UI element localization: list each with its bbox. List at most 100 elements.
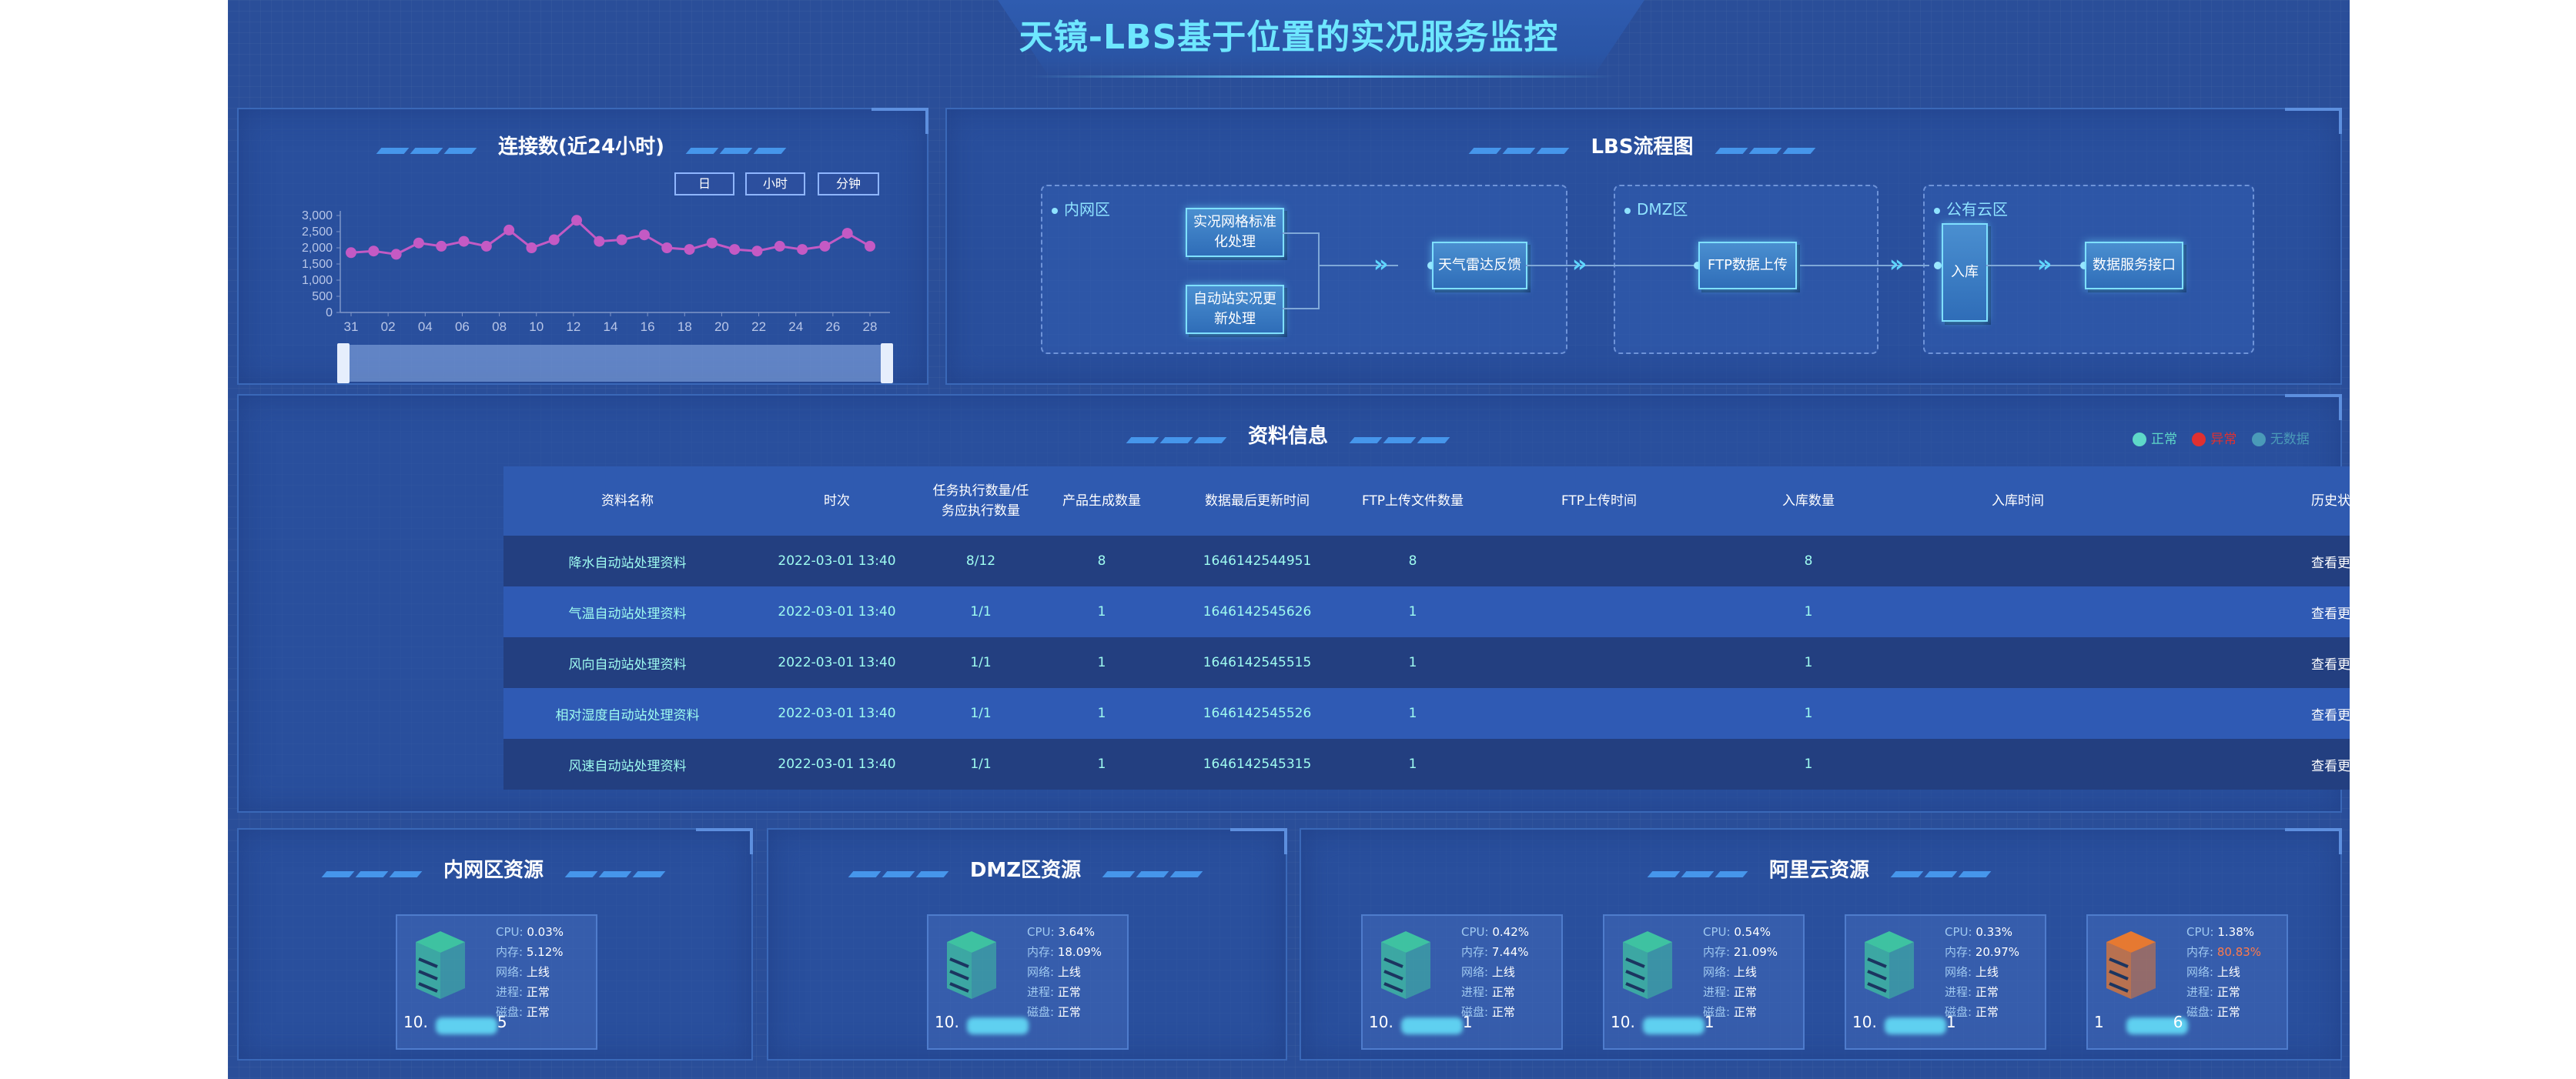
stat-cpu-label: CPU: [2186,925,2214,939]
cell-ftp-time [1475,586,1723,637]
col-product-count[interactable]: 产品生成数量 [1039,466,1164,536]
server-card[interactable]: 1 6 CPU: 1.38% 内存: 80.83% 网络: 上线 进程: 正常 磁盘: 正常 [2086,914,2288,1050]
view-more-link[interactable]: 查看更多 [2142,688,2350,739]
aliyun-title-row: 阿里云资源 [1300,854,2339,883]
stat-proc: 进程: 正常 [2186,982,2261,1002]
stat-net: 网络: 上线 [1945,962,2019,982]
page-title: 天镜-LBS基于位置的实况服务监控 [1019,18,1559,57]
cell-storage-count: 1 [1723,637,1894,688]
data-point [503,224,515,236]
col-ftp-count[interactable]: FTP上传文件数量 [1350,466,1475,536]
day-button[interactable]: 日 [674,172,734,195]
connector [1318,232,1320,309]
cell-ftp-count: 1 [1350,688,1475,739]
y-tick-label: 3,000 [302,209,333,222]
col-last-update[interactable]: 数据最后更新时间 [1164,466,1350,536]
server-icon [1381,931,1430,999]
cell-storage-time [1894,688,2142,739]
stat-net: 网络: 上线 [496,962,564,982]
stat-mem-label: 内存: [1945,945,1972,959]
zone-public-cloud-label: 公有云区 [1934,197,2008,219]
stat-proc-value: 正常 [1975,985,1999,999]
col-history[interactable]: 历史状态 [2142,466,2350,536]
col-task-count[interactable]: 任务执行数量/任务应执行数量 [922,466,1039,536]
data-point [729,244,741,256]
flow-arrow-icon: » [1889,251,1905,278]
title-stripes-right [1349,426,1450,449]
stat-proc: 进程: 正常 [1945,982,2019,1002]
server-icon [1865,931,1914,999]
server-icon [416,931,465,999]
table-row: 气温自动站处理资料 2022-03-01 13:40 1/1 1 1646142… [503,586,2350,637]
x-tick-label: 06 [455,319,470,334]
cell-ftp-time [1475,536,1723,586]
flow-node-grid-standardize[interactable]: 实况网格标准化处理 [1186,208,1284,257]
stat-disk-value: 正常 [1975,1005,1999,1019]
dashboard: 天镜-LBS基于位置的实况服务监控 连接数(近24小时) 日 小时 分钟 0 50… [228,0,2350,1079]
cell-name: 气温自动站处理资料 [503,586,751,637]
data-point [865,240,875,252]
cell-product-count: 8 [1039,536,1164,586]
y-tick-label: 2,500 [302,225,333,239]
cell-name: 风速自动站处理资料 [503,739,751,790]
data-point [819,240,831,252]
flow-node-radar-feedback[interactable]: 天气雷达反馈 [1432,242,1527,289]
materials-title-row: 资料信息 [237,420,2339,449]
legend-normal-dot [2133,433,2146,446]
minute-button[interactable]: 分钟 [818,172,879,195]
stat-disk-value: 正常 [526,1005,550,1019]
view-more-link[interactable]: 查看更多 [2142,586,2350,637]
col-time[interactable]: 时次 [751,466,922,536]
zone-dmz-label: DMZ区 [1624,197,1688,219]
dmz-resource-title: DMZ区资源 [969,859,1082,882]
view-more-link[interactable]: 查看更多 [2142,536,2350,586]
data-point [841,228,853,239]
x-tick-label: 08 [492,319,507,334]
col-storage-count[interactable]: 入库数量 [1723,466,1894,536]
flow-node-ftp-upload[interactable]: FTP数据上传 [1698,242,1797,289]
col-name[interactable]: 资料名称 [503,466,751,536]
server-ip: 10. [935,1013,1029,1031]
stat-proc-value: 正常 [526,985,550,999]
connections-title: 连接数(近24小时) [498,135,664,159]
server-stats: CPU: 0.03% 内存: 5.12% 网络: 上线 进程: 正常 磁盘: 正常 [496,922,564,1022]
server-card[interactable]: 10. 1 CPU: 0.54% 内存: 21.09% 网络: 上线 进程: 正常 磁盘: … [1603,914,1805,1050]
stat-disk-label: 磁盘: [1703,1005,1731,1019]
server-icon [947,931,996,999]
stat-mem-value: 80.83% [2216,945,2262,959]
stat-proc-label: 进程: [1703,985,1731,999]
series-line [350,219,871,256]
server-card[interactable]: 10. 1 CPU: 0.33% 内存: 20.97% 网络: 上线 进程: 正常 磁盘: … [1845,914,2046,1050]
x-tick-label: 16 [641,319,655,334]
flow-node-data-service[interactable]: 数据服务接口 [2085,242,2183,289]
stat-net: 网络: 上线 [2186,962,2261,982]
col-storage-time[interactable]: 入库时间 [1894,466,2142,536]
view-more-link[interactable]: 查看更多 [2142,637,2350,688]
cell-product-count: 1 [1039,739,1164,790]
server-card[interactable]: 10. 1 CPU: 0.42% 内存: 7.44% 网络: 上线 进程: 正常 磁盘: 正… [1361,914,1563,1050]
col-ftp-time[interactable]: FTP上传时间 [1475,466,1723,536]
view-more-link[interactable]: 查看更多 [2142,739,2350,790]
flow-node-station-update[interactable]: 自动站实况更新处理 [1186,285,1284,334]
cell-ftp-count: 1 [1350,586,1475,637]
server-ip-prefix: 1 [2094,1013,2104,1031]
server-stats: CPU: 0.33% 内存: 20.97% 网络: 上线 进程: 正常 磁盘: 正常 [1945,922,2019,1022]
stat-net: 网络: 上线 [1461,962,1529,982]
x-tick-label: 14 [604,319,618,334]
cell-storage-count: 1 [1723,688,1894,739]
server-card[interactable]: 10. 5 CPU: 0.03% 内存: 5.12% 网络: 上线 进程: 正常 磁盘: 正… [396,914,597,1050]
stat-cpu-value: 3.64% [1058,925,1095,939]
stat-mem: 内存: 7.44% [1461,942,1529,962]
stat-net: 网络: 上线 [1703,962,1778,982]
server-card[interactable]: 10. CPU: 3.64% 内存: 18.09% 网络: 上线 进程: 正常 磁盘: 正… [927,914,1129,1050]
server-ip-prefix: 10. [1852,1013,1877,1031]
stat-cpu-label: CPU: [1027,925,1055,939]
hour-button[interactable]: 小时 [745,172,805,195]
stat-proc-label: 进程: [2186,985,2214,999]
cell-product-count: 1 [1039,688,1164,739]
title-stripes-left [1126,426,1227,449]
y-tick-label: 500 [312,290,333,303]
stat-mem: 内存: 5.12% [496,942,564,962]
stat-disk-value: 正常 [1491,1005,1515,1019]
flow-node-storage[interactable]: 入库 [1942,223,1988,322]
